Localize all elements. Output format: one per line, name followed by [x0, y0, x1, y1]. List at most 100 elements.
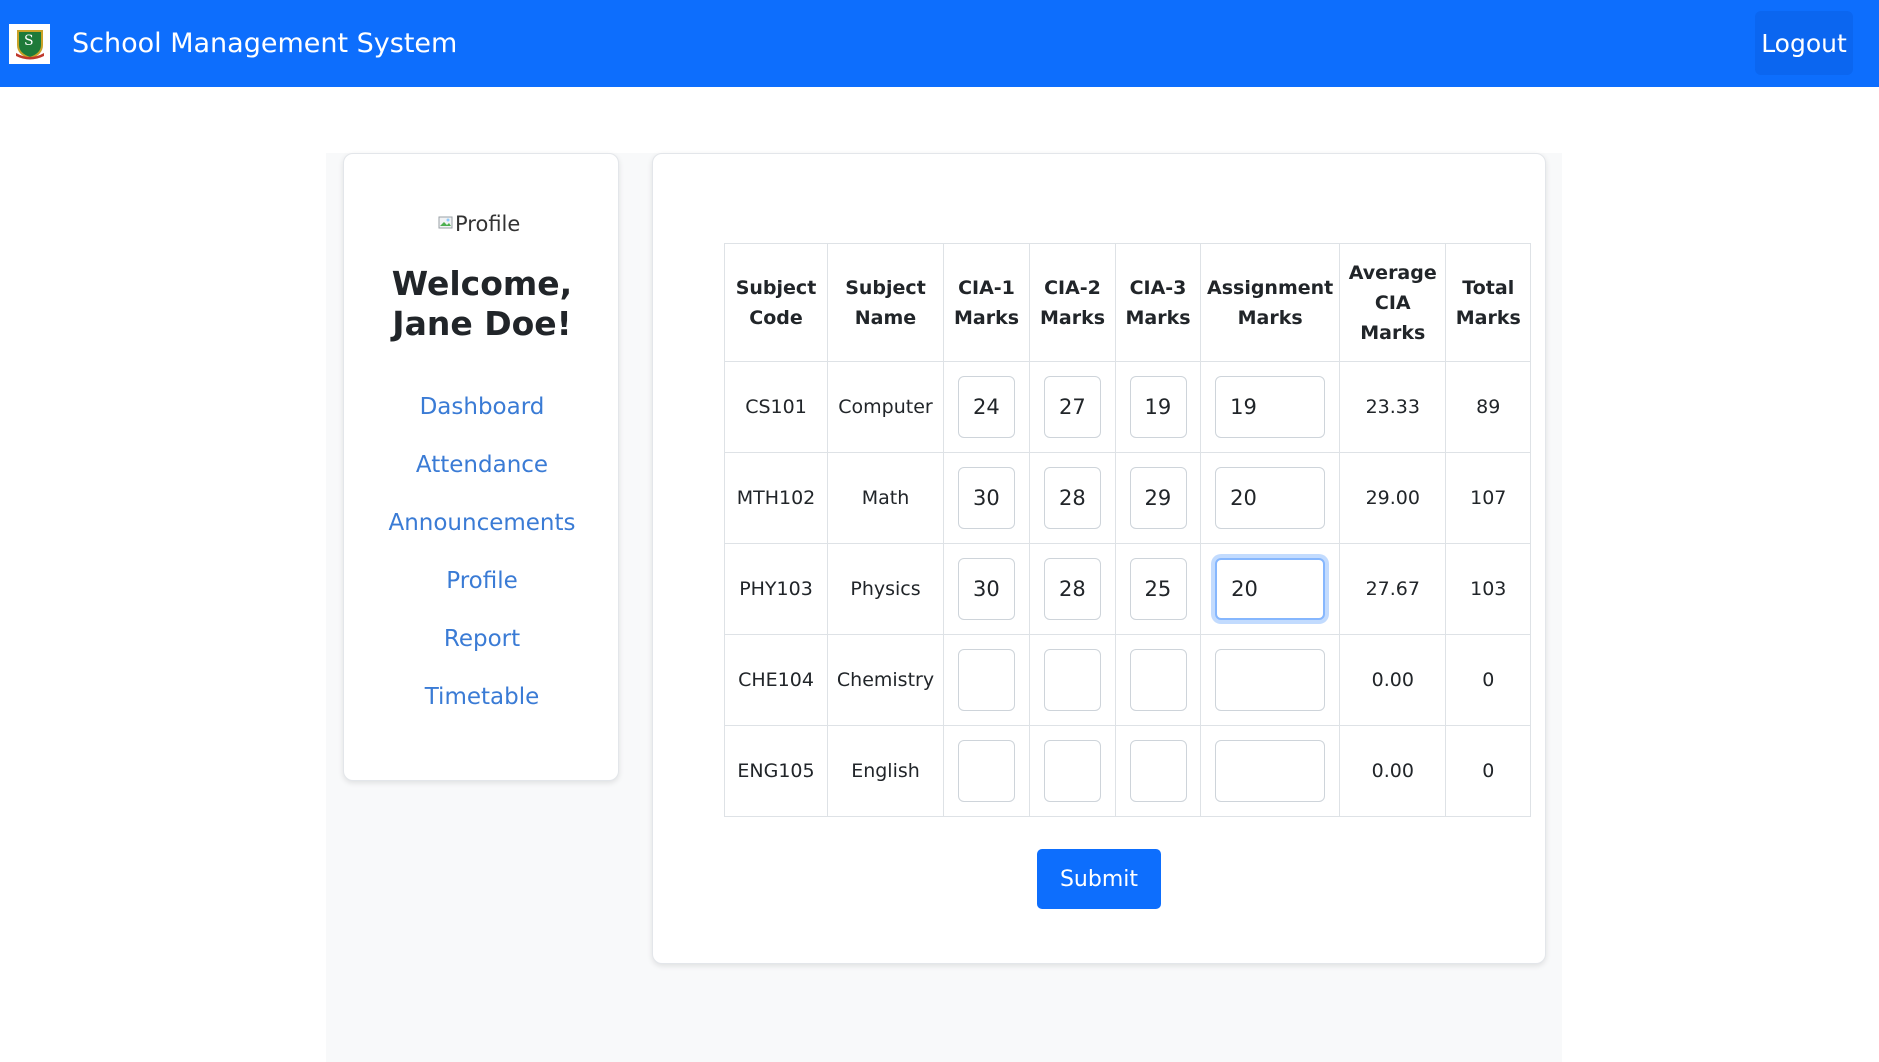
header-text: CIA-1: [958, 276, 1015, 299]
assignment-cell: [1199, 361, 1341, 453]
header-text: Marks: [1039, 306, 1106, 329]
cia3-cell: [1115, 361, 1201, 453]
cia3-cell: [1115, 452, 1201, 544]
total-cell: 107: [1445, 452, 1532, 544]
sidebar: Profile Welcome, Jane Doe! Dashboard Att…: [343, 153, 619, 781]
cia1-cell: [943, 725, 1030, 817]
profile-image: Profile: [438, 212, 520, 236]
assignment-input[interactable]: [1215, 467, 1326, 529]
subject-code-cell: PHY103: [724, 543, 828, 635]
cia2-input[interactable]: [1044, 740, 1101, 802]
cia3-cell: [1115, 543, 1201, 635]
average-cell: 29.00: [1339, 452, 1447, 544]
cia2-input[interactable]: [1044, 467, 1101, 529]
cia2-input[interactable]: [1044, 649, 1101, 711]
marks-table: Subject Code Subject Name CIA-1 Marks CI…: [724, 243, 1532, 817]
logout-button[interactable]: Logout: [1755, 11, 1853, 75]
header-text: CIA-2: [1044, 276, 1101, 299]
assignment-cell: [1199, 634, 1341, 726]
total-cell: 103: [1445, 543, 1532, 635]
cia3-cell: [1115, 725, 1201, 817]
average-cell: 0.00: [1339, 634, 1447, 726]
assignment-input[interactable]: [1215, 376, 1326, 438]
cia1-input[interactable]: [958, 376, 1015, 438]
assignment-input[interactable]: [1215, 558, 1326, 620]
broken-image-icon: [438, 212, 454, 229]
subject-code-cell: ENG105: [724, 725, 828, 817]
cia1-cell: [943, 361, 1030, 453]
cia1-input[interactable]: [958, 558, 1015, 620]
sidebar-item-attendance[interactable]: Attendance: [344, 450, 620, 508]
welcome-line-2: Jane Doe!: [392, 304, 572, 343]
subject-code-cell: CS101: [724, 361, 828, 453]
app-title[interactable]: School Management System: [72, 0, 457, 87]
header-text: Total: [1462, 276, 1515, 299]
header-subject-name: Subject Name: [827, 243, 944, 362]
table-row: ENG105 English 0.00 0: [724, 725, 1532, 817]
sidebar-item-timetable[interactable]: Timetable: [344, 682, 620, 740]
cia1-input[interactable]: [958, 467, 1015, 529]
welcome-line-1: Welcome,: [391, 264, 573, 303]
header-text: Marks: [953, 306, 1020, 329]
school-logo-letter: S: [24, 33, 34, 49]
sidebar-nav: Dashboard Attendance Announcements Profi…: [344, 392, 620, 740]
header-average-cia-marks: Average CIA Marks: [1339, 243, 1447, 362]
cia1-input[interactable]: [958, 649, 1015, 711]
cia1-input[interactable]: [958, 740, 1015, 802]
cia3-input[interactable]: [1129, 467, 1187, 529]
cia2-input[interactable]: [1044, 376, 1101, 438]
assignment-cell: [1199, 452, 1341, 544]
assignment-input[interactable]: [1215, 740, 1326, 802]
header-text: Marks: [1455, 306, 1521, 329]
header-text: Subject: [735, 276, 817, 299]
cia2-cell: [1029, 725, 1116, 817]
cia3-input[interactable]: [1129, 649, 1187, 711]
header-text: Code: [749, 306, 803, 329]
subject-name-cell: Physics: [827, 543, 944, 635]
sidebar-item-announcements[interactable]: Announcements: [344, 508, 620, 566]
average-cell: 23.33: [1339, 361, 1447, 453]
cia1-cell: [943, 634, 1030, 726]
header-text: Marks: [1237, 306, 1303, 329]
header-text: CIA: [1374, 291, 1411, 314]
sidebar-item-profile[interactable]: Profile: [344, 566, 620, 624]
header-cia1-marks: CIA-1 Marks: [943, 243, 1030, 362]
assignment-cell: [1199, 543, 1341, 635]
header-text: Average: [1348, 261, 1437, 284]
cia3-input[interactable]: [1129, 376, 1187, 438]
header-assignment-marks: Assignment Marks: [1199, 243, 1341, 362]
header-text: Marks: [1125, 306, 1191, 329]
subject-name-cell: Computer: [827, 361, 944, 453]
average-cell: 27.67: [1339, 543, 1447, 635]
header-cia3-marks: CIA-3 Marks: [1115, 243, 1201, 362]
school-logo-icon[interactable]: S: [9, 24, 50, 64]
cia2-input[interactable]: [1044, 558, 1101, 620]
welcome-heading: Welcome, Jane Doe!: [344, 264, 620, 344]
profile-image-alt-text: Profile: [455, 212, 521, 236]
assignment-input[interactable]: [1215, 649, 1326, 711]
sidebar-item-dashboard[interactable]: Dashboard: [344, 392, 620, 450]
submit-button[interactable]: Submit: [1037, 849, 1161, 909]
subject-code-cell: MTH102: [724, 452, 828, 544]
cia1-cell: [943, 543, 1030, 635]
table-row: CS101 Computer 23.33 89: [724, 361, 1532, 453]
top-navbar: S School Management System Logout: [0, 0, 1879, 87]
cia3-input[interactable]: [1129, 740, 1187, 802]
cia3-input[interactable]: [1129, 558, 1187, 620]
header-text: Subject: [845, 276, 926, 299]
header-subject-code: Subject Code: [724, 243, 828, 362]
cia3-cell: [1115, 634, 1201, 726]
subject-code-cell: CHE104: [724, 634, 828, 726]
total-cell: 0: [1445, 725, 1532, 817]
cia2-cell: [1029, 634, 1116, 726]
header-text: Assignment: [1207, 276, 1334, 299]
cia2-cell: [1029, 543, 1116, 635]
cia1-cell: [943, 452, 1030, 544]
total-cell: 89: [1445, 361, 1532, 453]
subject-name-cell: English: [827, 725, 944, 817]
average-cell: 0.00: [1339, 725, 1447, 817]
sidebar-item-report[interactable]: Report: [344, 624, 620, 682]
marks-card: Subject Code Subject Name CIA-1 Marks CI…: [652, 153, 1546, 964]
subject-name-cell: Math: [827, 452, 944, 544]
assignment-cell: [1199, 725, 1341, 817]
